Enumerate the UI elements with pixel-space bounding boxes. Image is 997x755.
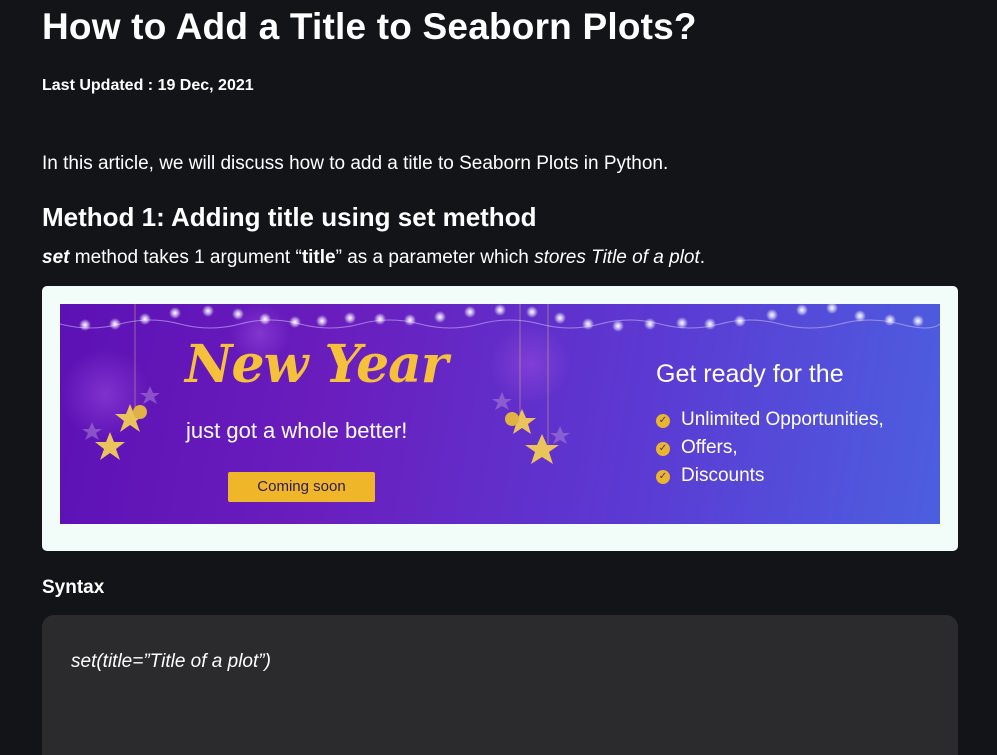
method-1-heading: Method 1: Adding title using set method (42, 202, 537, 232)
article-title: How to Add a Title to Seaborn Plots? (42, 6, 697, 47)
article-page: How to Add a Title to Seaborn Plots? Las… (0, 0, 997, 755)
check-icon: ✓ (656, 414, 670, 428)
ad-benefits-list: ✓ Unlimited Opportunities, ✓ Offers, ✓ Disc… (656, 408, 884, 492)
syntax-code: set(title=”Title of a plot”) (71, 651, 271, 672)
desc-text-1: method takes 1 argument “ (69, 247, 302, 268)
desc-italic: stores Title of a plot (534, 247, 700, 268)
method-term: set (42, 247, 70, 268)
new-year-ad-banner[interactable]: New Year just got a whole better! Coming… (60, 304, 940, 524)
string-lights-wire (60, 319, 940, 329)
ad-benefit-label: Offers, (681, 437, 738, 458)
ad-benefit-item: ✓ Discounts (656, 464, 884, 492)
ad-right-title: Get ready for the (656, 360, 844, 388)
desc-text-2: ” as a parameter which (335, 247, 535, 268)
ad-benefit-item: ✓ Offers, (656, 436, 884, 464)
syntax-label: Syntax (42, 577, 105, 598)
last-updated-date: Last Updated : 19 Dec, 2021 (42, 77, 254, 94)
ad-benefit-item: ✓ Unlimited Opportunities, (656, 408, 884, 436)
ad-headline: New Year (185, 334, 448, 395)
desc-end: . (699, 247, 706, 268)
check-icon: ✓ (656, 470, 670, 484)
check-icon: ✓ (656, 442, 670, 456)
coming-soon-button[interactable]: Coming soon (228, 472, 375, 502)
method-1-description: set method takes 1 argument “title” as a… (42, 246, 705, 270)
desc-argument: title (301, 247, 336, 268)
syntax-code-block: set(title=”Title of a plot”) (42, 615, 958, 755)
ad-benefit-label: Unlimited Opportunities, (681, 409, 884, 430)
advertisement-frame: New Year just got a whole better! Coming… (42, 286, 958, 551)
intro-paragraph: In this article, we will discuss how to … (42, 153, 669, 174)
ad-subline: just got a whole better! (186, 418, 408, 443)
ad-benefit-label: Discounts (681, 465, 765, 486)
